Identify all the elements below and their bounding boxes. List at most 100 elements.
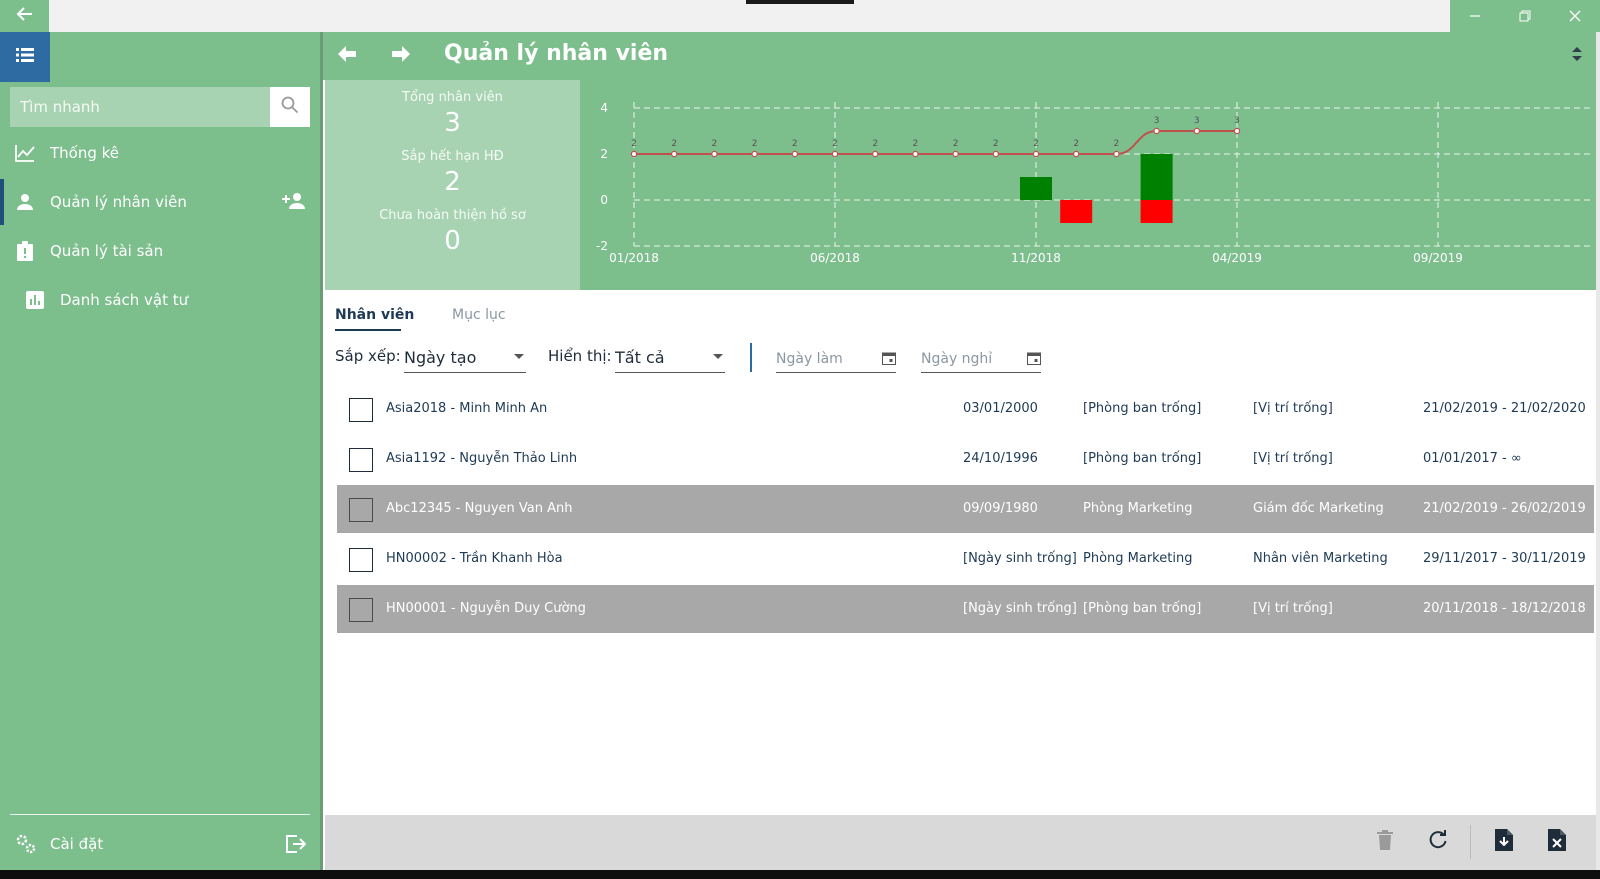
gears-icon [15,833,37,855]
row-checkbox[interactable] [349,398,373,422]
back-button[interactable] [0,0,49,32]
row-checkbox[interactable] [349,598,373,622]
sort-select[interactable]: Ngày tạo [404,343,526,373]
start-date-field[interactable]: Ngày làm [776,346,896,373]
tab-employees[interactable]: Nhân viên [335,307,414,331]
sidebar-item-employees[interactable]: Quản lý nhân viên [0,179,320,225]
import-button[interactable] [1491,829,1517,855]
table-row[interactable]: HN00001 - Nguyễn Duy Cường [Ngày sinh tr… [337,585,1594,633]
row-checkbox[interactable] [349,448,373,472]
logout-icon[interactable] [284,833,307,859]
toolbar-divider [1470,825,1471,859]
display-select[interactable]: Tất cả [615,343,725,373]
nav-forward-button[interactable] [387,42,415,70]
sidebar-item-label: Quản lý nhân viên [50,193,187,211]
start-date-placeholder: Ngày làm [776,351,843,367]
add-person-icon[interactable] [282,192,306,214]
point-label: 2 [953,139,959,149]
sidebar-item-assets[interactable]: Quản lý tài sản [0,228,320,274]
menu-toggle-button[interactable] [0,32,50,82]
x-tick-label: 11/2018 [1011,251,1061,265]
employee-name: Asia2018 - Minh Minh An [386,401,548,416]
chart-line [634,130,1237,155]
nav-back-button[interactable] [333,42,361,70]
y-tick-label: 0 [600,193,608,207]
settings-item[interactable]: Cài đặt [0,822,320,866]
row-checkbox[interactable] [349,498,373,522]
employee-department: [Phòng ban trống] [1083,401,1202,416]
employee-chart: 4 2 0 -2 01/2018 06/2018 11/2018 04/2019 09/2019… [580,80,1600,290]
stat-label: Tổng nhân viên [402,90,503,105]
close-icon [1569,7,1581,26]
export-file-icon [1548,829,1566,855]
delete-button[interactable] [1372,829,1398,855]
close-button[interactable] [1550,0,1600,32]
scrollbar[interactable] [1596,32,1600,870]
sidebar-item-label: Quản lý tài sản [50,242,164,260]
chart-point [791,150,798,158]
chart-point [630,150,638,158]
minimize-button[interactable] [1450,0,1500,32]
sidebar-item-statistics[interactable]: Thống kê [0,130,320,176]
chart-point [1193,127,1201,135]
employee-period: 21/02/2019 - 21/02/2020 [1423,401,1586,416]
clipboard-alert-icon [15,241,35,261]
restore-button[interactable] [1500,0,1550,32]
export-button[interactable] [1544,829,1570,855]
tab-index[interactable]: Mục lục [452,307,506,323]
calendar-icon[interactable] [882,351,896,369]
table-row[interactable]: HN00002 - Trần Khanh Hòa [Ngày sinh trốn… [337,535,1594,583]
x-tick-label: 06/2018 [810,251,860,265]
employee-position: [Vị trí trống] [1253,451,1333,466]
display-value: Tất cả [615,348,665,367]
x-tick-label: 04/2019 [1212,251,1262,265]
point-label: 3 [1194,116,1200,126]
employee-position: Nhân viên Marketing [1253,551,1388,566]
divider [10,814,310,815]
y-tick-label: -2 [596,239,608,253]
point-label: 2 [631,139,637,149]
point-label: 2 [913,139,919,149]
chart-bar [1020,177,1052,200]
point-label: 3 [1154,116,1160,126]
end-date-field[interactable]: Ngày nghỉ [921,346,1041,373]
table-row[interactable]: Asia2018 - Minh Minh An 03/01/2000 [Phòn… [337,385,1594,433]
employee-name: Abc12345 - Nguyen Van Anh [386,501,573,516]
point-label: 2 [993,139,999,149]
employee-dob: 24/10/1996 [963,451,1038,466]
y-tick-label: 2 [600,147,608,161]
chart-point [831,150,839,158]
employee-department: Phòng Marketing [1083,501,1193,516]
point-label: 2 [1114,139,1120,149]
employee-dob: [Ngày sinh trống] [963,601,1077,616]
table-row[interactable]: Abc12345 - Nguyen Van Anh 09/09/1980 Phò… [337,485,1594,533]
bar-chart-icon [25,290,45,310]
employee-position: Giám đốc Marketing [1253,501,1384,516]
import-file-icon [1495,829,1513,855]
search-input[interactable] [10,87,270,127]
calendar-icon[interactable] [1027,351,1041,369]
chart-point [1073,150,1080,158]
point-label: 3 [1234,116,1240,126]
person-icon [15,192,35,212]
table-row[interactable]: Asia1192 - Nguyễn Thảo Linh 24/10/1996 [… [337,435,1594,483]
search-button[interactable] [270,87,310,127]
collapse-toggle-button[interactable] [1572,46,1582,65]
employee-name: HN00001 - Nguyễn Duy Cường [386,601,586,616]
chart-point [711,150,718,158]
employee-dob: 09/09/1980 [963,501,1038,516]
x-tick-label: 01/2018 [609,251,659,265]
sidebar-item-supplies[interactable]: Danh sách vật tư [0,277,320,323]
point-label: 2 [671,139,677,149]
page-title: Quản lý nhân viên [444,41,669,66]
stats-panel: Tổng nhân viên 3 Sắp hết hạn HĐ 2 Chưa h… [325,80,580,290]
refresh-button[interactable] [1425,829,1451,855]
chart-line-icon [15,143,35,163]
x-tick-label: 09/2019 [1413,251,1463,265]
chart-point [1113,150,1120,158]
row-checkbox[interactable] [349,548,373,572]
window-titlebar [0,0,1600,32]
titlebar-drag-indicator [746,0,854,4]
sort-value: Ngày tạo [404,348,477,367]
arrow-left-bold-icon [338,46,356,66]
